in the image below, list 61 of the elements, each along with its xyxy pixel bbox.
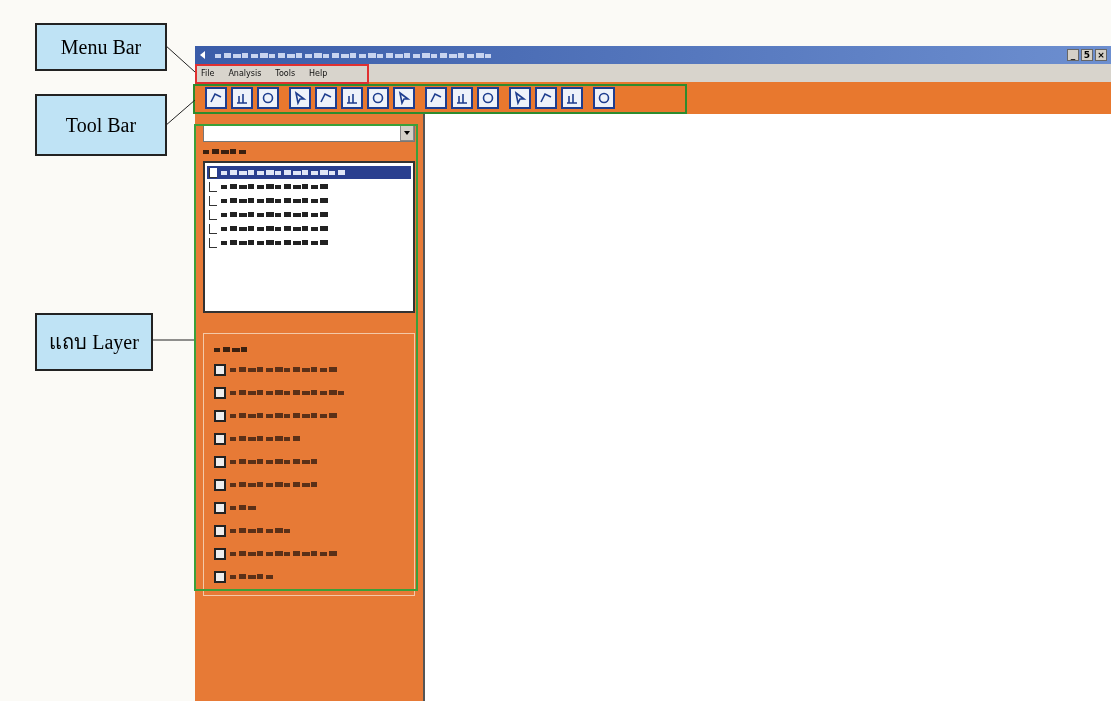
tool-icon [209, 91, 223, 105]
tool-icon [481, 91, 495, 105]
caret-icon [404, 131, 410, 135]
checkbox[interactable] [214, 547, 226, 560]
tool-button[interactable] [367, 87, 389, 109]
menu-item[interactable]: File [201, 68, 215, 78]
tool-button[interactable] [205, 87, 227, 109]
window-control-button[interactable]: × [1095, 49, 1107, 61]
tool-button[interactable] [535, 87, 557, 109]
leader-line [164, 99, 195, 127]
tool-icon [597, 91, 611, 105]
callout-label: แถบ Layer [35, 313, 153, 371]
checkbox[interactable] [209, 195, 217, 206]
callout-label: Menu Bar [35, 23, 167, 71]
checkbox[interactable] [209, 209, 217, 220]
checkbox[interactable] [214, 570, 226, 583]
menu-item[interactable]: Analysis [228, 68, 262, 78]
checkbox[interactable] [209, 167, 217, 178]
tool-icon [513, 91, 527, 105]
tool-button[interactable] [451, 87, 473, 109]
tool-button[interactable] [341, 87, 363, 109]
tool-icon [371, 91, 385, 105]
tool-button[interactable] [393, 87, 415, 109]
checkbox[interactable] [214, 524, 226, 537]
tool-icon [455, 91, 469, 105]
tool-icon [539, 91, 553, 105]
tool-button[interactable] [289, 87, 311, 109]
tool-button[interactable] [561, 87, 583, 109]
checkbox[interactable] [214, 363, 226, 376]
callout-label: Tool Bar [35, 94, 167, 156]
checkbox[interactable] [214, 432, 226, 445]
tool-icon [235, 91, 249, 105]
checkbox[interactable] [209, 223, 217, 234]
layer-list-item[interactable] [207, 166, 411, 179]
menu-item[interactable]: Help [309, 68, 328, 78]
tool-icon [293, 91, 307, 105]
checkbox[interactable] [214, 386, 226, 399]
leader-line [164, 44, 195, 74]
window-control-button[interactable]: 5 [1081, 49, 1093, 61]
menu-item[interactable]: Tools [275, 68, 296, 78]
tool-button[interactable] [315, 87, 337, 109]
tool-button[interactable] [425, 87, 447, 109]
checkbox[interactable] [209, 181, 217, 192]
checkbox[interactable] [214, 478, 226, 491]
tool-button[interactable] [593, 87, 615, 109]
window-control-button[interactable]: _ [1067, 49, 1079, 61]
tool-icon [319, 91, 333, 105]
checkbox[interactable] [209, 237, 217, 248]
checkbox[interactable] [214, 455, 226, 468]
tool-button[interactable] [231, 87, 253, 109]
checkbox[interactable] [214, 501, 226, 514]
tool-icon [345, 91, 359, 105]
checkbox[interactable] [214, 409, 226, 422]
tool-button[interactable] [477, 87, 499, 109]
tool-icon [261, 91, 275, 105]
tool-icon [565, 91, 579, 105]
tool-button[interactable] [257, 87, 279, 109]
tool-button[interactable] [509, 87, 531, 109]
tool-icon [397, 91, 411, 105]
tool-icon [429, 91, 443, 105]
leader-line [150, 339, 194, 341]
